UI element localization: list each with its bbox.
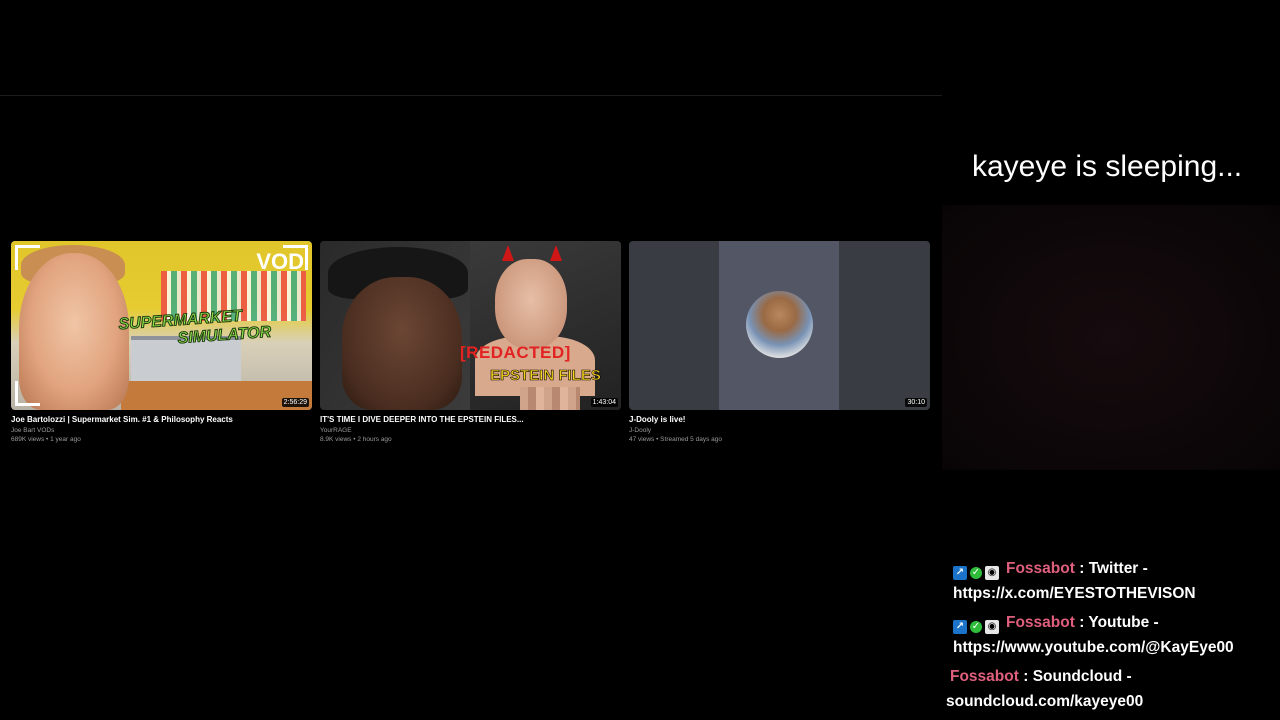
chat-message: Fossabot : Soundcloud - soundcloud.com/k…: [946, 668, 1144, 710]
video-title[interactable]: Joe Bartolozzi | Supermarket Sim. #1 & P…: [11, 415, 312, 424]
video-card[interactable]: [REDACTED] EPSTEIN FILES 1:43:04 IT'S TI…: [320, 241, 621, 443]
thumbnail-caption: EPSTEIN FILES: [490, 367, 601, 385]
eye-badge-icon: ◉: [985, 620, 999, 634]
divider: [0, 95, 942, 96]
chat-username[interactable]: Fossabot: [1006, 614, 1075, 631]
webcam-area: [942, 205, 1280, 470]
chat-text: Soundcloud -: [1032, 668, 1132, 685]
chat-link[interactable]: https://www.youtube.com/@KayEye00: [953, 639, 1234, 656]
thumbnail-caption: [REDACTED]: [460, 343, 571, 362]
check-badge-icon: ✓: [970, 567, 982, 579]
arrow-badge-icon: ↗: [953, 620, 967, 634]
thumbnail-face: [495, 259, 567, 349]
video-thumbnail[interactable]: VOD SUPERMARKET SIMULATOR 2:56:29: [11, 241, 312, 410]
video-thumbnail[interactable]: 30:10: [629, 241, 930, 410]
video-title[interactable]: IT'S TIME I DIVE DEEPER INTO THE EPSTEIN…: [320, 415, 621, 424]
badge-group: ↗ ✓ ◉: [953, 566, 999, 580]
frame-corner: [283, 245, 308, 270]
video-meta: 47 views • Streamed 5 days ago: [629, 436, 722, 443]
video-meta: 689K views • 1 year ago: [11, 436, 81, 443]
video-duration: 1:43:04: [590, 398, 618, 407]
arrow-badge-icon: ↗: [953, 566, 967, 580]
video-title[interactable]: J-Dooly is live!: [629, 415, 930, 424]
video-thumbnail[interactable]: [REDACTED] EPSTEIN FILES 1:43:04: [320, 241, 621, 410]
frame-corner: [15, 245, 40, 270]
thumbnail-face: [342, 277, 462, 410]
chat-username[interactable]: Fossabot: [950, 668, 1019, 685]
eye-badge-icon: ◉: [985, 566, 999, 580]
chat-text: Youtube -: [1088, 614, 1159, 631]
video-card[interactable]: VOD SUPERMARKET SIMULATOR 2:56:29 Joe Ba…: [11, 241, 312, 443]
channel-name[interactable]: Joe Bart VODs: [11, 427, 312, 434]
video-card[interactable]: 30:10 J-Dooly is live! J-Dooly 47 views …: [629, 241, 930, 443]
badge-group: ↗ ✓ ◉: [953, 620, 999, 634]
channel-name[interactable]: YourRAGE: [320, 427, 621, 434]
chat-message: ↗ ✓ ◉ Fossabot : Twitter - https://x.com…: [953, 560, 1196, 602]
check-badge-icon: ✓: [970, 621, 982, 633]
devil-horn-icon: [502, 245, 514, 261]
video-meta: 8.9K views • 2 hours ago: [320, 436, 392, 443]
chat-username[interactable]: Fossabot: [1006, 560, 1075, 577]
frame-corner: [15, 381, 40, 406]
status-text: kayeye is sleeping...: [972, 150, 1243, 183]
channel-name[interactable]: J-Dooly: [629, 427, 930, 434]
channel-avatar: [746, 291, 813, 358]
chat-text: Twitter -: [1088, 560, 1148, 577]
chat-link[interactable]: soundcloud.com/kayeye00: [946, 693, 1143, 710]
chat-link[interactable]: https://x.com/EYESTOTHEVISON: [953, 585, 1196, 602]
devil-horn-icon: [550, 245, 562, 261]
pixelated-area: [520, 387, 580, 410]
chat-message: ↗ ✓ ◉ Fossabot : Youtube - https://www.y…: [953, 614, 1234, 656]
chat-panel: ↗ ✓ ◉ Fossabot : Twitter - https://x.com…: [946, 556, 1276, 718]
video-duration: 30:10: [905, 398, 927, 407]
video-duration: 2:56:29: [281, 398, 309, 407]
thumbnail-caption: SUPERMARKET SIMULATOR: [117, 307, 272, 348]
